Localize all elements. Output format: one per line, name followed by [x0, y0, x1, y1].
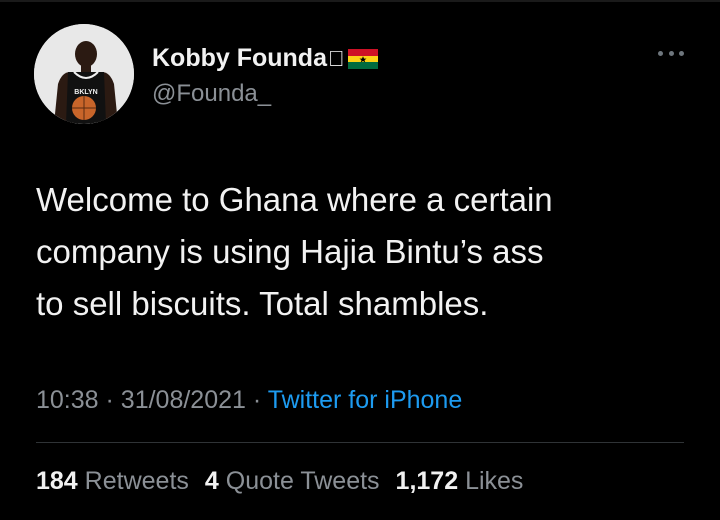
tweet-time[interactable]: 10:38 [36, 386, 99, 414]
quote-tweets-label: Quote Tweets [225, 467, 380, 495]
svg-text:BKLYN: BKLYN [74, 89, 97, 96]
tweet-text: Welcome to Ghana where a certain company… [36, 174, 686, 330]
author-name-row[interactable]: Kobby Founda  [152, 44, 379, 73]
likes-count: 1,172 [395, 467, 459, 495]
top-divider [0, 0, 720, 2]
quote-tweets-count: 4 [204, 467, 219, 495]
author-handle[interactable]: @Founda_ [152, 80, 271, 108]
more-options-icon[interactable] [658, 48, 684, 58]
tweet-source-link[interactable]: Twitter for iPhone [268, 386, 463, 414]
avatar-photo: BKLYN [34, 24, 134, 124]
retweets-label: Retweets [84, 467, 189, 495]
retweets-stat[interactable]: 184 Retweets [36, 467, 189, 496]
more-dot [658, 50, 663, 56]
divider [36, 442, 684, 443]
likes-stat[interactable]: 1,172 Likes [396, 467, 524, 496]
display-name[interactable]: Kobby Founda [152, 44, 327, 73]
more-dot [668, 50, 674, 56]
likes-label: Likes [465, 467, 524, 495]
ghana-flag-icon [348, 48, 379, 69]
tweet-text-line: to sell biscuits. Total shambles. [36, 285, 489, 322]
separator: · [105, 386, 114, 414]
apple-icon:  [328, 47, 345, 70]
more-dot [679, 50, 684, 56]
quote-tweets-stat[interactable]: 4 Quote Tweets [205, 467, 380, 496]
tweet-date[interactable]: 31/08/2021 [121, 386, 246, 414]
tweet-text-line: Welcome to Ghana where a certain [36, 181, 553, 218]
separator: · [252, 386, 262, 414]
tweet-stats: 184 Retweets 4 Quote Tweets 1,172 Likes [36, 467, 539, 496]
retweets-count: 184 [36, 467, 78, 495]
tweet-metadata: 10:38 · 31/08/2021 · Twitter for iPhone [36, 386, 462, 415]
avatar[interactable]: BKLYN [34, 24, 134, 124]
tweet-text-line: company is using Hajia Bintu’s ass [36, 233, 544, 270]
